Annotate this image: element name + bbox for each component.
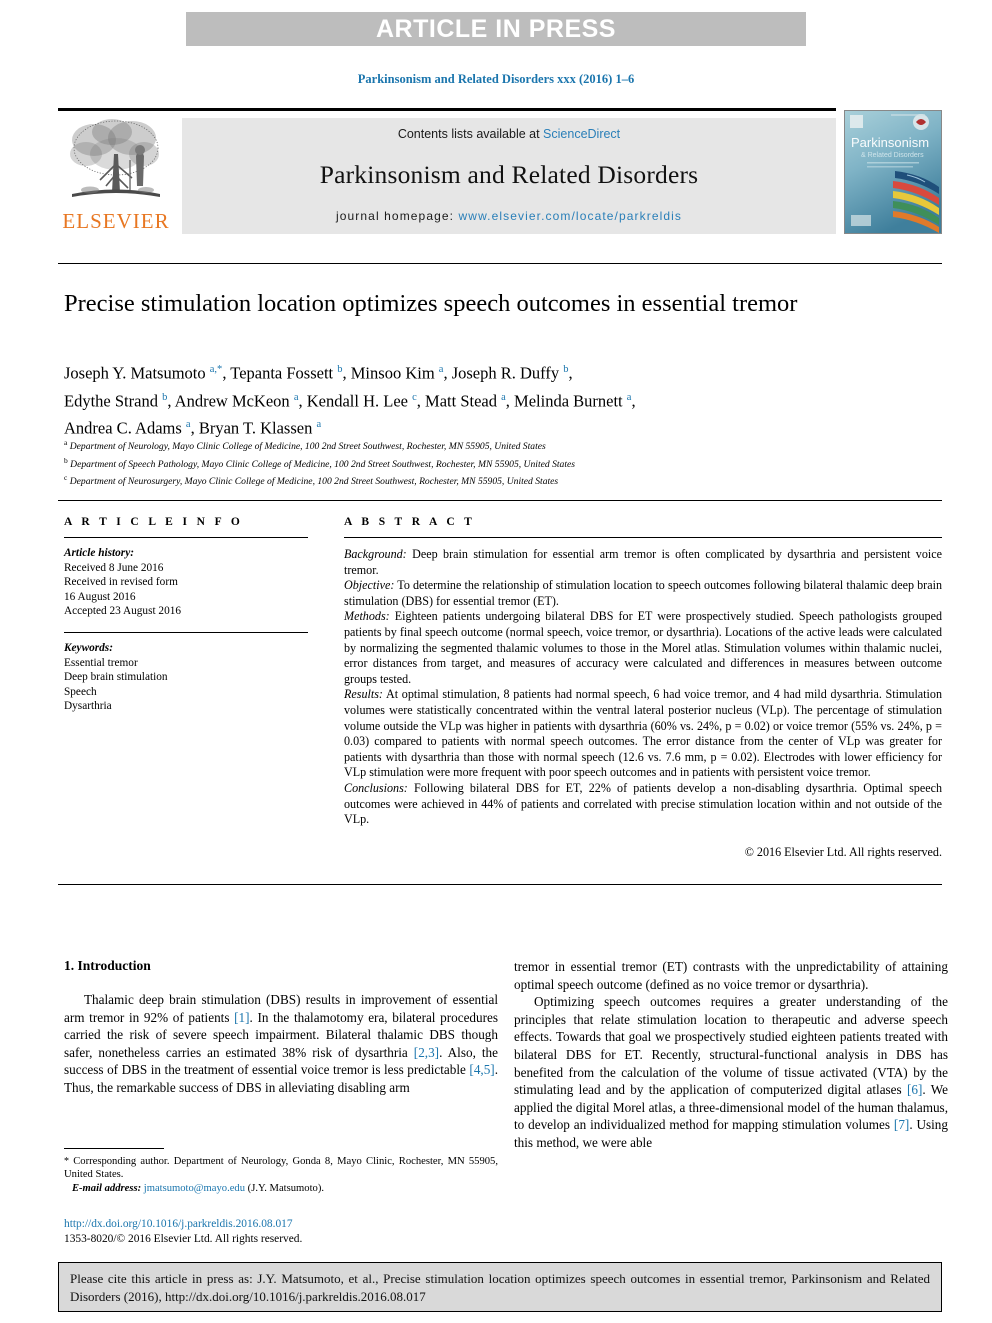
journal-title: Parkinsonism and Related Disorders — [319, 160, 699, 189]
abstract-section-label: Background: — [344, 547, 407, 561]
abstract-section-text: At optimal stimulation, 8 patients had n… — [344, 687, 942, 780]
history-item: 16 August 2016 — [64, 590, 136, 603]
citation-ref[interactable]: [6] — [907, 1082, 922, 1097]
contents-prefix: Contents lists available at — [397, 127, 544, 141]
introduction-paragraph: Thalamic deep brain stimulation (DBS) re… — [64, 991, 498, 1097]
author-affiliation-marker: b — [563, 364, 569, 375]
affiliation-marker: a — [64, 438, 68, 447]
article-history-label: Article history: — [64, 547, 134, 559]
keyword-item: Speech — [64, 685, 97, 698]
affiliation-item: a Department of Neurology, Mayo Clinic C… — [64, 436, 924, 454]
author-affiliation-marker: a — [316, 419, 322, 430]
affiliation-text: Department of Neurology, Mayo Clinic Col… — [69, 441, 546, 453]
email-suffix: (J.Y. Matsumoto). — [245, 1182, 324, 1194]
page-title: Precise stimulation location optimizes s… — [64, 290, 798, 317]
author-list: Joseph Y. Matsumoto a,*, Tepanta Fossett… — [64, 363, 636, 438]
sciencedirect-link[interactable]: ScienceDirect — [543, 127, 620, 141]
author-affiliation-marker: a — [501, 391, 506, 403]
keywords-divider — [64, 631, 308, 633]
elsevier-logo: ELSEVIER — [60, 114, 172, 234]
abstract-section-text: Following bilateral DBS for ET, 22% of p… — [344, 780, 942, 827]
journal-cover-thumbnail: Parkinsonism & Related Disorders — [844, 110, 942, 234]
footnote-divider — [64, 1148, 164, 1149]
abstract-section-label: Methods: — [344, 609, 390, 624]
doi-block: http://dx.doi.org/10.1016/j.parkreldis.2… — [64, 1217, 504, 1246]
issn-copyright-line: 1353-8020/© 2016 Elsevier Ltd. All right… — [64, 1232, 303, 1245]
author-affiliation-marker: c — [412, 391, 417, 403]
article-history-block: Article history: Received 8 June 2016 Re… — [64, 546, 308, 619]
abstract-bottom-divider — [58, 884, 942, 885]
affiliation-list: a Department of Neurology, Mayo Clinic C… — [64, 436, 924, 489]
article-info-rule — [64, 537, 308, 538]
author-affiliation-marker: b — [162, 391, 168, 403]
introduction-paragraph: Optimizing speech outcomes requires a gr… — [514, 993, 948, 1151]
keywords-block: Keywords: Essential tremor Deep brain st… — [64, 641, 308, 714]
article-info-column: A R T I C L E I N F O Article history: R… — [64, 516, 308, 714]
keywords-label: Keywords: — [64, 641, 113, 654]
author-affiliation-marker: a,* — [209, 364, 223, 375]
abstract-rule — [344, 537, 942, 538]
svg-text:& Related Disorders: & Related Disorders — [861, 152, 924, 159]
doi-link[interactable]: http://dx.doi.org/10.1016/j.parkreldis.2… — [64, 1217, 504, 1232]
abstract-section-text: To determine the relationship of stimula… — [344, 578, 942, 608]
history-item: Received 8 June 2016 — [64, 561, 164, 574]
introduction-right-column: tremor in essential tremor (ET) contrast… — [514, 958, 948, 1152]
abstract-section-label: Results: — [344, 687, 383, 702]
abstract-column: A B S T R A C T Background: Deep brain s… — [344, 516, 942, 860]
abstract-body: Background: Deep brain stimulation for e… — [344, 547, 942, 828]
history-item: Received in revised form — [64, 576, 178, 589]
journal-masthead: ELSEVIER Contents lists available at Sci… — [58, 108, 942, 236]
abstract-top-divider — [58, 500, 942, 501]
keyword-item: Essential tremor — [64, 656, 138, 669]
abstract-section-label: Objective: — [344, 578, 395, 593]
citation-ref[interactable]: [1] — [234, 1010, 249, 1025]
homepage-url-link[interactable]: www.elsevier.com/locate/parkreldis — [459, 209, 682, 223]
affiliation-text: Department of Speech Pathology, Mayo Cli… — [70, 458, 575, 470]
introduction-left-column: 1. Introduction Thalamic deep brain stim… — [64, 958, 498, 1097]
keyword-item: Dysarthria — [64, 700, 112, 713]
journal-cover-image: Parkinsonism & Related Disorders — [845, 111, 941, 233]
email-link[interactable]: jmatsumoto@mayo.edu — [144, 1183, 245, 1194]
author-affiliation-marker: a — [438, 364, 444, 375]
keyword-item: Deep brain stimulation — [64, 671, 168, 684]
abstract-copyright: © 2016 Elsevier Ltd. All rights reserved… — [744, 844, 942, 859]
affiliation-text: Department of Neurosurgery, Mayo Clinic … — [69, 476, 559, 488]
history-item: Accepted 23 August 2016 — [64, 605, 182, 618]
author-affiliation-marker: a — [626, 391, 632, 403]
citation-ref[interactable]: [7] — [894, 1117, 909, 1132]
article-in-press-banner: ARTICLE IN PRESS — [186, 12, 806, 46]
elsevier-tree-icon — [70, 119, 160, 197]
citation-ref[interactable]: [2,3] — [414, 1045, 439, 1060]
citation-ref[interactable]: [4,5] — [469, 1062, 494, 1077]
journal-homepage-line: journal homepage: www.elsevier.com/locat… — [336, 209, 682, 223]
introduction-paragraph-continued: tremor in essential tremor (ET) contrast… — [514, 959, 948, 992]
abstract-heading: A B S T R A C T — [344, 516, 476, 528]
introduction-heading: 1. Introduction — [64, 958, 151, 973]
abstract-section-text: Deep brain stimulation for essential arm… — [344, 547, 942, 577]
affiliation-item: b Department of Speech Pathology, Mayo C… — [64, 454, 924, 472]
masthead-top-rule — [58, 108, 836, 111]
article-in-press-label: ARTICLE IN PRESS — [376, 14, 616, 43]
author-affiliation-marker: a — [185, 419, 191, 430]
please-cite-box: Please cite this article in press as: J.… — [58, 1262, 942, 1312]
abstract-section-text: Eighteen patients undergoing bilateral D… — [344, 609, 942, 686]
homepage-label: journal homepage: — [335, 209, 459, 223]
abstract-section-label: Conclusions: — [344, 780, 408, 795]
author-affiliation-marker: a — [293, 391, 299, 403]
corresponding-author-footnote: * Corresponding author. Department of Ne… — [64, 1155, 498, 1195]
article-info-heading: A R T I C L E I N F O — [64, 516, 244, 528]
contents-available-line: Contents lists available at ScienceDirec… — [398, 127, 620, 141]
email-label: E-mail address: — [71, 1182, 142, 1194]
title-divider — [58, 263, 942, 264]
affiliation-marker: c — [64, 473, 68, 483]
elsevier-wordmark: ELSEVIER — [62, 209, 170, 233]
affiliation-item: c Department of Neurosurgery, Mayo Clini… — [64, 471, 924, 489]
contents-box: Contents lists available at ScienceDirec… — [182, 118, 836, 234]
affiliation-marker: b — [64, 455, 68, 465]
intro-text-part: Optimizing speech outcomes requires a gr… — [514, 994, 948, 1098]
journal-reference-line: Parkinsonism and Related Disorders xxx (… — [357, 72, 635, 86]
svg-text:Parkinsonism: Parkinsonism — [851, 135, 929, 150]
footnote-text: Corresponding author. Department of Neur… — [64, 1156, 498, 1181]
author-affiliation-marker: b — [337, 364, 343, 375]
